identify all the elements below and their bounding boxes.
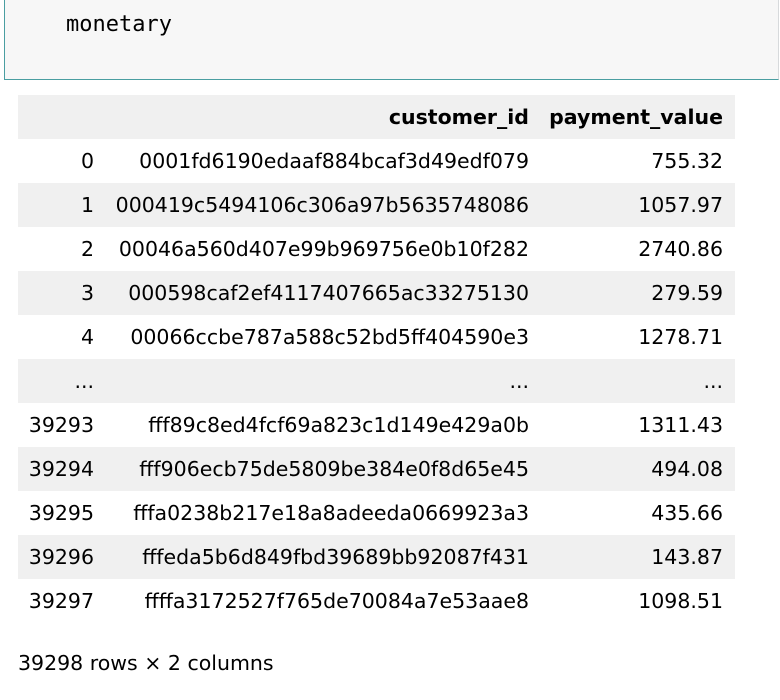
payment-value-cell: 755.32 [651, 149, 723, 173]
index-header [18, 95, 106, 139]
row-index: ... [74, 369, 94, 393]
table-row: 39296 fffeda5b6d849fbd39689bb92087f431 1… [18, 535, 735, 579]
row-index: 39294 [28, 457, 94, 481]
row-index: 39293 [28, 413, 94, 437]
code-input-cell[interactable]: monetary [4, 0, 779, 80]
dataframe-shape-summary: 39298 rows × 2 columns [18, 651, 274, 675]
ellipsis-row: ... ... ... [18, 359, 735, 403]
table-row: 39295 fffa0238b217e18a8adeeda0669923a3 4… [18, 491, 735, 535]
customer-id-cell: 00046a560d407e99b969756e0b10f282 [118, 237, 529, 261]
table-row: 39297 ffffa3172527f765de70084a7e53aae8 1… [18, 579, 735, 623]
table-row: 4 00066ccbe787a588c52bd5ff404590e3 1278.… [18, 315, 735, 359]
row-index: 0 [80, 149, 94, 173]
row-index: 39297 [28, 589, 94, 613]
table-row: 39294 fff906ecb75de5809be384e0f8d65e45 4… [18, 447, 735, 491]
customer-id-cell: fff906ecb75de5809be384e0f8d65e45 [139, 457, 529, 481]
customer-id-header: customer_id [388, 105, 529, 129]
row-index: 39296 [28, 545, 94, 569]
customer-id-cell: 00066ccbe787a588c52bd5ff404590e3 [130, 325, 529, 349]
customer-id-cell: ffffa3172527f765de70084a7e53aae8 [144, 589, 529, 613]
payment-value-cell: 2740.86 [638, 237, 723, 261]
payment-value-cell: ... [703, 369, 723, 393]
payment-value-header: payment_value [549, 105, 723, 129]
payment-value-cell: 494.08 [651, 457, 723, 481]
table-row: 1 000419c5494106c306a97b5635748086 1057.… [18, 183, 735, 227]
row-index: 2 [80, 237, 94, 261]
table-row: 3 000598caf2ef4117407665ac33275130 279.5… [18, 271, 735, 315]
customer-id-cell: 000419c5494106c306a97b5635748086 [115, 193, 529, 217]
row-index: 3 [80, 281, 94, 305]
payment-value-cell: 143.87 [651, 545, 723, 569]
row-index: 4 [80, 325, 94, 349]
table-row: 0 0001fd6190edaaf884bcaf3d49edf079 755.3… [18, 139, 735, 183]
table-row: 39293 fff89c8ed4fcf69a823c1d149e429a0b 1… [18, 403, 735, 447]
row-index: 1 [80, 193, 94, 217]
customer-id-cell: fff89c8ed4fcf69a823c1d149e429a0b [148, 413, 529, 437]
payment-value-cell: 279.59 [651, 281, 723, 305]
payment-value-cell: 1098.51 [638, 589, 723, 613]
customer-id-cell: fffeda5b6d849fbd39689bb92087f431 [142, 545, 529, 569]
customer-id-cell: 000598caf2ef4117407665ac33275130 [128, 281, 529, 305]
dataframe-table: customer_id payment_value 0 0001fd6190ed… [18, 95, 735, 623]
customer-id-cell: fffa0238b217e18a8adeeda0669923a3 [133, 501, 529, 525]
payment-value-cell: 435.66 [651, 501, 723, 525]
customer-id-cell: ... [509, 369, 529, 393]
row-index: 39295 [28, 501, 94, 525]
table-row: 2 00046a560d407e99b969756e0b10f282 2740.… [18, 227, 735, 271]
table-header-row: customer_id payment_value [18, 95, 735, 139]
customer-id-cell: 0001fd6190edaaf884bcaf3d49edf079 [139, 149, 529, 173]
payment-value-cell: 1057.97 [638, 193, 723, 217]
payment-value-cell: 1311.43 [638, 413, 723, 437]
payment-value-cell: 1278.71 [638, 325, 723, 349]
code-text[interactable]: monetary [66, 12, 172, 37]
